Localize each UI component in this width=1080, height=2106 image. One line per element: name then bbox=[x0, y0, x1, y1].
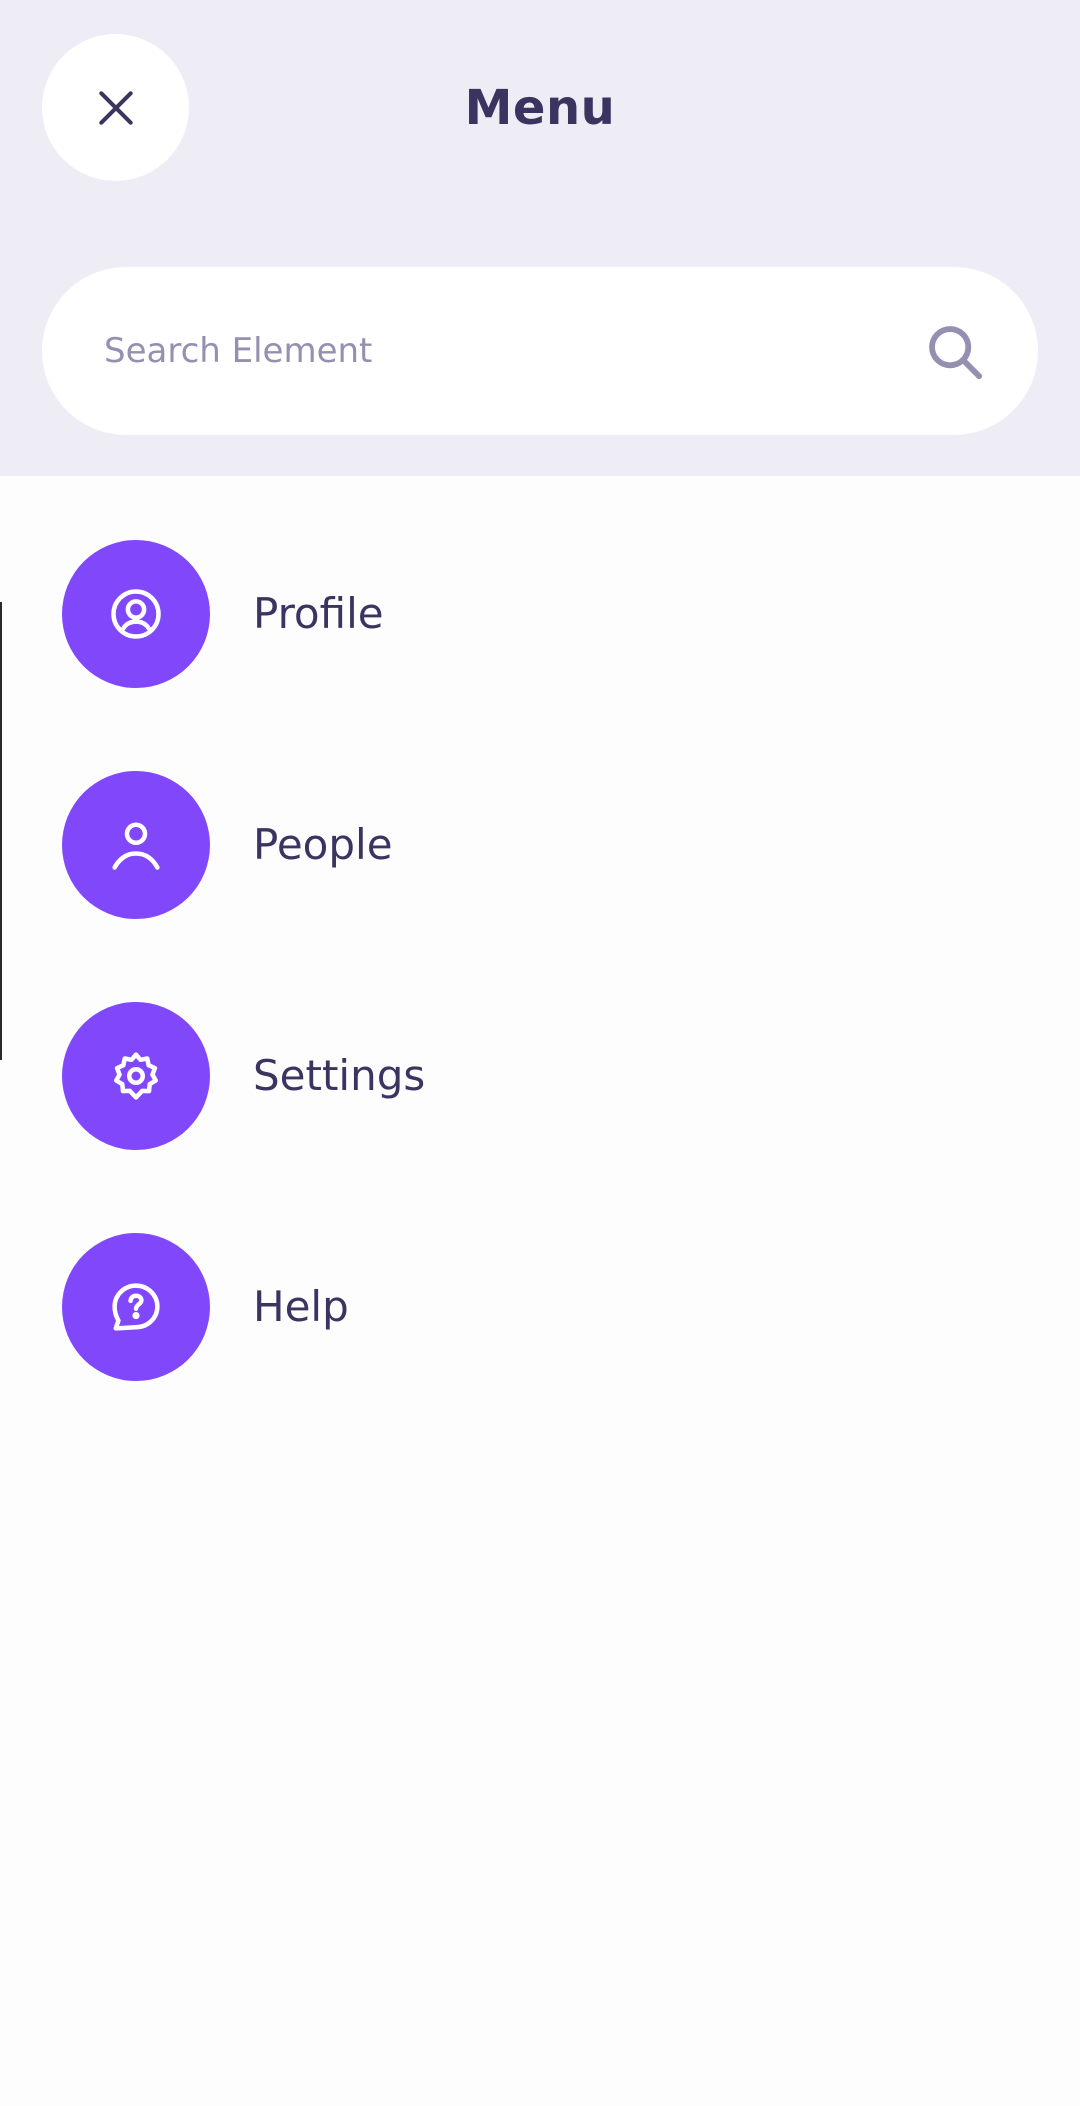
menu-item-help[interactable]: Help bbox=[62, 1233, 962, 1381]
menu-item-icon-badge bbox=[62, 1002, 210, 1150]
menu-item-label: Settings bbox=[253, 1051, 426, 1100]
search-input[interactable] bbox=[104, 267, 904, 435]
menu-item-icon-badge bbox=[62, 540, 210, 688]
page-title: Menu bbox=[464, 80, 616, 136]
menu-item-people[interactable]: People bbox=[62, 771, 962, 919]
menu-item-icon-badge bbox=[62, 1233, 210, 1381]
menu-item-icon-badge bbox=[62, 771, 210, 919]
edge-divider bbox=[0, 602, 2, 1060]
person-icon bbox=[112, 822, 160, 870]
menu-header: Menu bbox=[0, 0, 1080, 476]
profile-circle-icon bbox=[111, 589, 161, 639]
menu-item-label: People bbox=[253, 820, 393, 869]
menu-item-profile[interactable]: Profile bbox=[62, 540, 962, 688]
menu-item-label: Help bbox=[253, 1282, 349, 1331]
search-bar bbox=[42, 267, 1038, 435]
help-chat-icon bbox=[112, 1283, 160, 1331]
search-icon[interactable] bbox=[926, 323, 984, 381]
menu-item-label: Profile bbox=[253, 589, 384, 638]
menu-item-settings[interactable]: Settings bbox=[62, 1002, 962, 1150]
gear-icon bbox=[113, 1052, 159, 1100]
